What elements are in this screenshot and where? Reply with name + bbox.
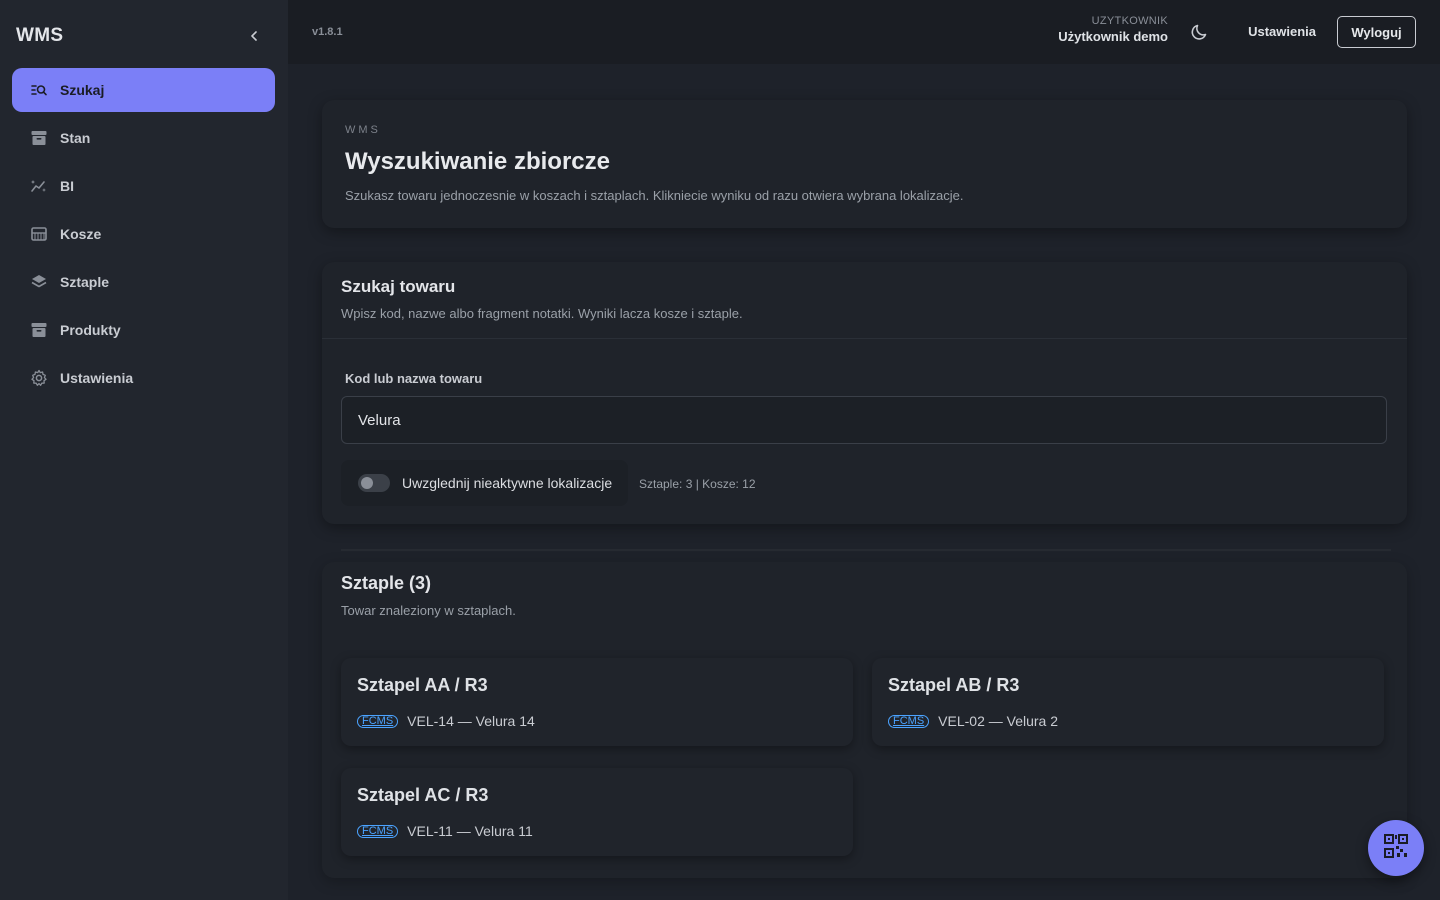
page-title: Wyszukiwanie zbiorcze [345, 148, 610, 175]
brand-logo: WMS [16, 25, 64, 46]
search-card: Szukaj towaru Wpisz kod, nazwe albo frag… [322, 262, 1407, 524]
stack-product-line: FCMS VEL-11 — Velura 11 [357, 823, 533, 839]
results-description: Towar znaleziony w sztaplach. [341, 603, 516, 618]
user-name: Użytkownik demo [1058, 29, 1168, 44]
page-description: Szukasz towaru jednoczesnie w koszach i … [345, 188, 964, 203]
section-divider [341, 549, 1391, 551]
search-title: Szukaj towaru [341, 277, 456, 296]
stack-title: Sztapel AC / R3 [357, 785, 489, 805]
layers-icon [30, 273, 48, 291]
gear-icon [30, 369, 48, 387]
sidebar-item-sztaple[interactable]: Sztaple [12, 260, 275, 304]
status-badge[interactable]: FCMS [357, 714, 399, 728]
stack-product-line: FCMS VEL-02 — Velura 2 [888, 713, 1058, 729]
brand-row: WMS [16, 22, 264, 50]
divider [322, 338, 1407, 339]
status-badge[interactable]: FCMS [888, 714, 930, 728]
archive-icon [30, 321, 48, 339]
sidebar-item-label: Produkty [60, 322, 121, 338]
sidebar-item-kosze[interactable]: Kosze [12, 212, 275, 256]
stack-result-card[interactable]: Sztapel AA / R3 FCMS VEL-14 — Velura 14 [341, 658, 853, 746]
sidebar-item-produkty[interactable]: Produkty [12, 308, 275, 352]
logout-button[interactable]: Wyloguj [1337, 16, 1416, 48]
settings-link[interactable]: Ustawienia [1248, 24, 1316, 39]
status-badge[interactable]: FCMS [357, 824, 399, 838]
chart-sparkle-icon [30, 177, 48, 195]
chevron-left-icon[interactable] [244, 26, 264, 46]
qr-code-icon [1383, 833, 1409, 864]
search-list-icon [30, 81, 48, 99]
stack-title: Sztapel AA / R3 [357, 675, 488, 695]
app-version: v1.8.1 [312, 26, 343, 38]
product-text: VEL-02 — Velura 2 [938, 713, 1059, 729]
sidebar-item-ustawienia[interactable]: Ustawienia [12, 356, 275, 400]
sidebar-item-label: Stan [60, 130, 91, 146]
sidebar-item-label: Szukaj [60, 82, 105, 98]
sidebar-item-bi[interactable]: BI [12, 164, 275, 208]
search-field-label: Kod lub nazwa towaru [345, 371, 483, 386]
moon-icon[interactable] [1190, 22, 1210, 42]
page-eyebrow: WMS [345, 124, 381, 136]
stack-result-card[interactable]: Sztapel AC / R3 FCMS VEL-11 — Velura 11 [341, 768, 853, 856]
product-text: VEL-14 — Velura 14 [407, 713, 535, 729]
results-card: Sztaple (3) Towar znaleziony w sztaplach… [322, 562, 1407, 878]
sidebar-item-label: Sztaple [60, 274, 110, 290]
search-description: Wpisz kod, nazwe albo fragment notatki. … [341, 306, 743, 321]
search-input[interactable] [341, 396, 1387, 444]
result-counts: Sztaple: 3 | Kosze: 12 [639, 477, 756, 491]
sidebar-item-label: Kosze [60, 226, 102, 242]
stack-result-card[interactable]: Sztapel AB / R3 FCMS VEL-02 — Velura 2 [872, 658, 1384, 746]
results-title: Sztaple (3) [341, 573, 432, 593]
user-label: UZYTKOWNIK [1091, 15, 1168, 27]
sidebar: WMS Szukaj Stan BI Kosze Sztaple Produkt… [0, 0, 288, 900]
archive-icon [30, 129, 48, 147]
toggle-label: Uwzglednij nieaktywne lokalizacje [402, 475, 613, 491]
page-header-card: WMS Wyszukiwanie zbiorcze Szukasz towaru… [322, 100, 1407, 228]
inactive-locations-toggle[interactable]: Uwzglednij nieaktywne lokalizacje [341, 460, 628, 506]
topbar: v1.8.1 UZYTKOWNIK Użytkownik demo Ustawi… [288, 0, 1440, 64]
product-text: VEL-11 — Velura 11 [407, 823, 533, 839]
sidebar-item-szukaj[interactable]: Szukaj [12, 68, 275, 112]
sidebar-nav: Szukaj Stan BI Kosze Sztaple Produkty Us… [12, 68, 275, 404]
sidebar-item-label: BI [60, 178, 74, 194]
stack-title: Sztapel AB / R3 [888, 675, 1020, 695]
basket-icon [30, 225, 48, 243]
sidebar-item-stan[interactable]: Stan [12, 116, 275, 160]
stack-product-line: FCMS VEL-14 — Velura 14 [357, 713, 535, 729]
toggle-switch[interactable] [358, 474, 390, 492]
sidebar-item-label: Ustawienia [60, 370, 134, 386]
user-info: UZYTKOWNIK Użytkownik demo [1058, 15, 1168, 44]
qr-scan-button[interactable] [1368, 820, 1424, 876]
